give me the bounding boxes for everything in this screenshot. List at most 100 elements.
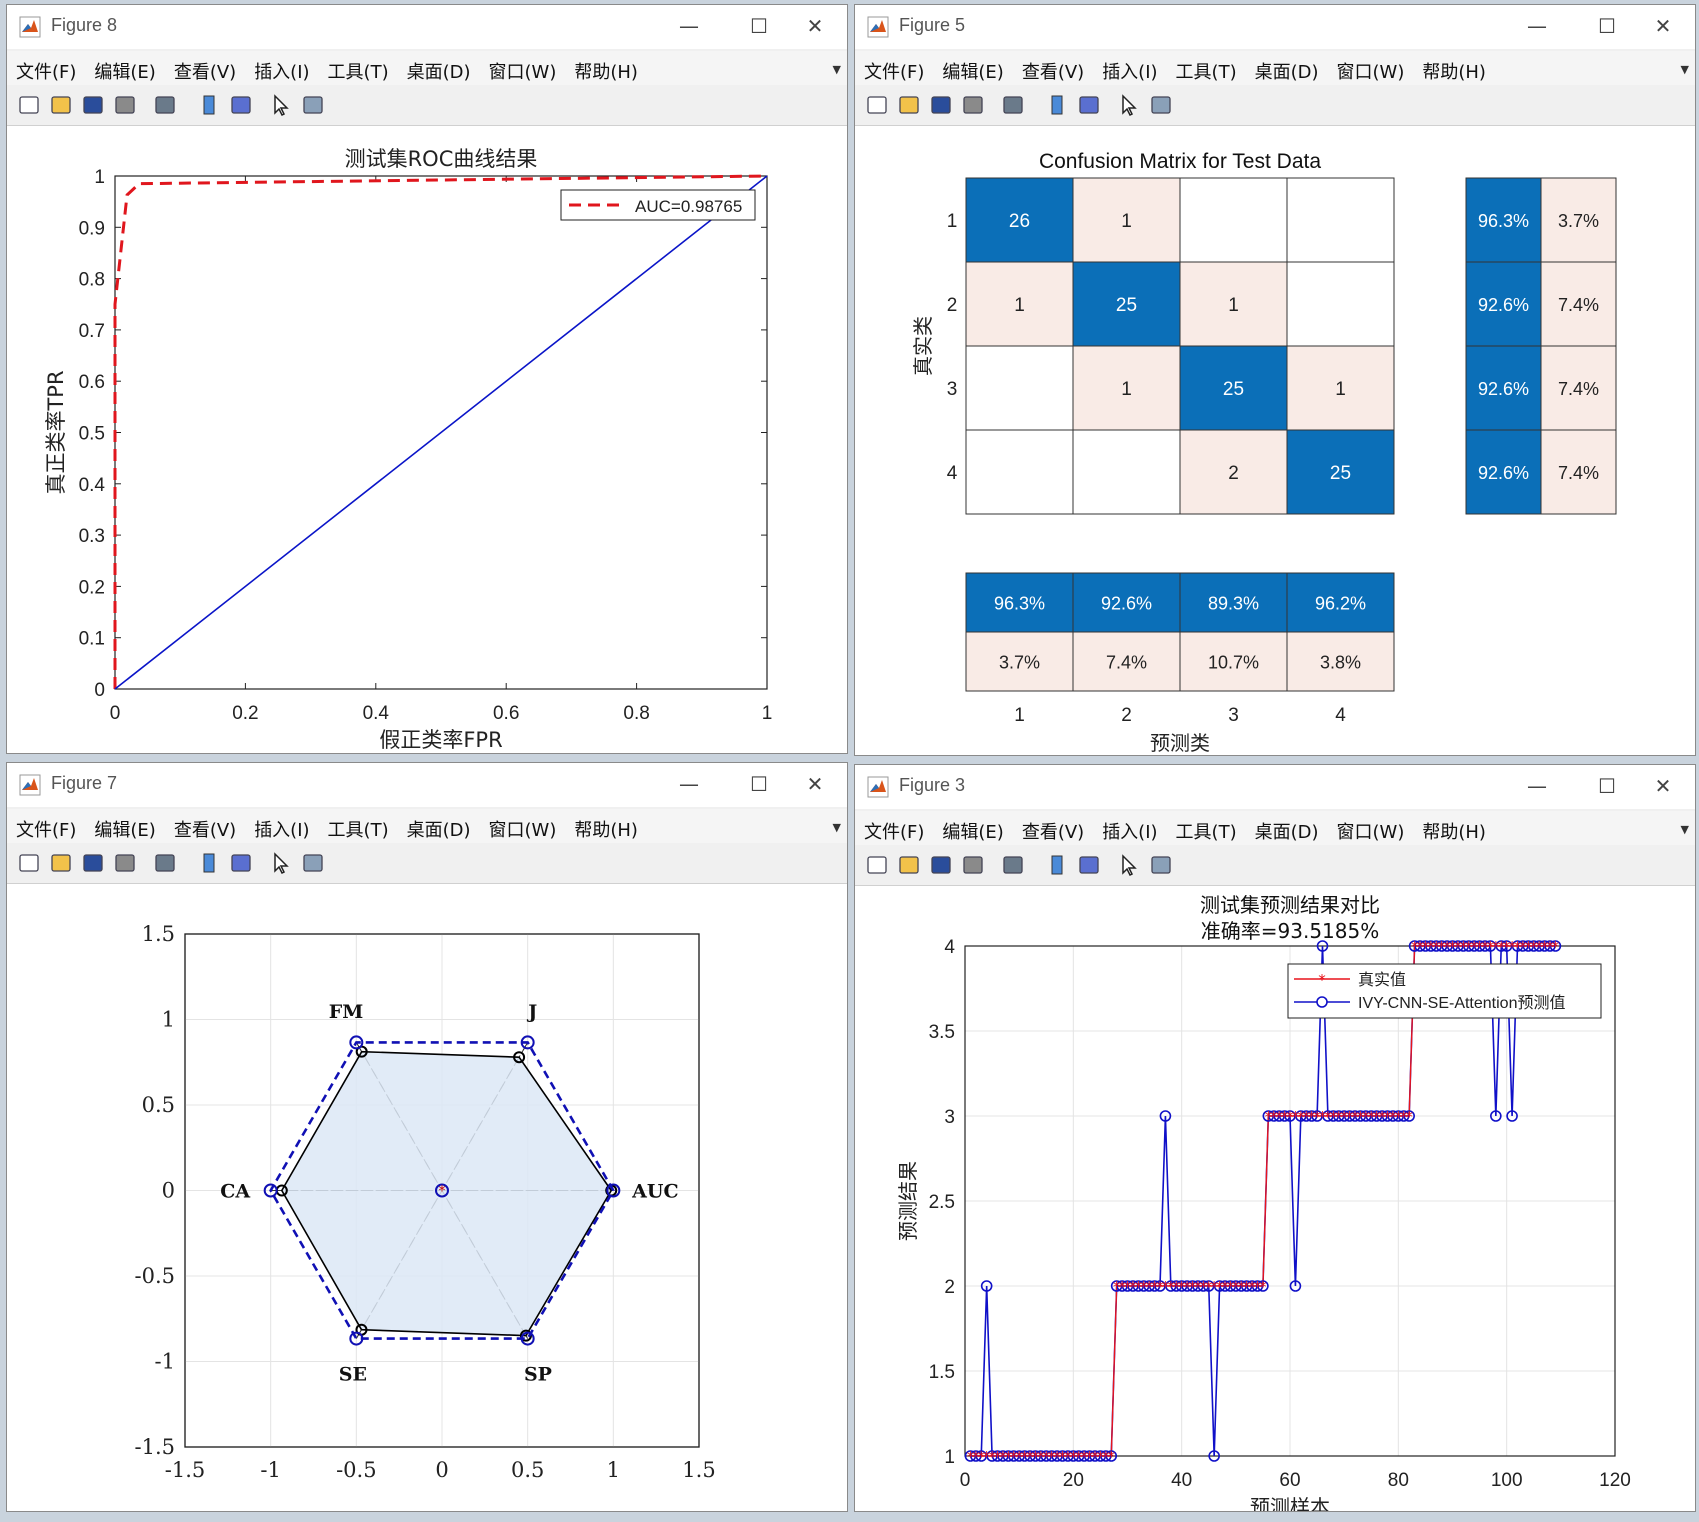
dock-arrow-icon[interactable]: ▼	[833, 63, 841, 76]
icon-shape	[83, 96, 103, 114]
menu-view[interactable]: 查看(V)	[165, 51, 245, 84]
print-icon[interactable]	[961, 93, 985, 117]
menu-view[interactable]: 查看(V)	[1013, 51, 1093, 84]
menu-file[interactable]: 文件(F)	[7, 809, 85, 842]
dock-arrow-icon[interactable]: ▼	[1681, 63, 1689, 76]
new-file-icon[interactable]	[865, 93, 889, 117]
menu-help[interactable]: 帮助(H)	[1413, 51, 1495, 84]
menu-desktop[interactable]: 桌面(D)	[1246, 51, 1328, 84]
print-preview-icon[interactable]	[1001, 93, 1025, 117]
close-button[interactable]: ✕	[1645, 11, 1681, 41]
new-file-icon[interactable]	[865, 853, 889, 877]
save-icon[interactable]	[929, 853, 953, 877]
minimize-button[interactable]: —	[1519, 11, 1555, 41]
print-icon[interactable]	[961, 853, 985, 877]
property-inspector-icon[interactable]	[301, 851, 325, 875]
legend-icon[interactable]	[229, 851, 253, 875]
legend-icon[interactable]	[1077, 93, 1101, 117]
menu-edit[interactable]: 编辑(E)	[933, 51, 1012, 84]
menu-file[interactable]: 文件(F)	[7, 51, 85, 84]
minimize-button[interactable]: —	[671, 11, 707, 41]
icon-shape	[1003, 96, 1023, 114]
colorbar-icon[interactable]	[197, 851, 221, 875]
print-preview-icon[interactable]	[153, 93, 177, 117]
minimize-button[interactable]: —	[1519, 771, 1555, 801]
legend-icon[interactable]	[1077, 853, 1101, 877]
chart-title: Confusion Matrix for Test Data	[1039, 150, 1321, 173]
menu-file[interactable]: 文件(F)	[855, 51, 933, 84]
dock-arrow-icon[interactable]: ▼	[1681, 823, 1689, 836]
menu-edit[interactable]: 编辑(E)	[85, 809, 164, 842]
print-icon[interactable]	[113, 851, 137, 875]
save-icon[interactable]	[81, 93, 105, 117]
menu-tools[interactable]: 工具(T)	[1167, 811, 1246, 844]
print-icon[interactable]	[113, 93, 137, 117]
title-bar[interactable]: Figure 8 — ☐ ✕	[7, 5, 847, 49]
save-icon[interactable]	[81, 851, 105, 875]
property-inspector-icon[interactable]	[301, 93, 325, 117]
menu-insert[interactable]: 插入(I)	[245, 809, 318, 842]
legend-icon[interactable]	[229, 93, 253, 117]
maximize-button[interactable]: ☐	[741, 769, 777, 799]
menu-file[interactable]: 文件(F)	[855, 811, 933, 844]
menu-view[interactable]: 查看(V)	[165, 809, 245, 842]
menu-insert[interactable]: 插入(I)	[245, 51, 318, 84]
open-file-icon[interactable]	[49, 851, 73, 875]
menu-window[interactable]: 窗口(W)	[480, 51, 566, 84]
menu-desktop[interactable]: 桌面(D)	[398, 51, 480, 84]
property-inspector-icon[interactable]	[1149, 93, 1173, 117]
close-button[interactable]: ✕	[1645, 771, 1681, 801]
x-tick-label: -1	[260, 1458, 280, 1482]
maximize-button[interactable]: ☐	[1589, 11, 1625, 41]
menu-window[interactable]: 窗口(W)	[1328, 811, 1414, 844]
menu-edit[interactable]: 编辑(E)	[933, 811, 1012, 844]
menu-view[interactable]: 查看(V)	[1013, 811, 1093, 844]
menu-edit[interactable]: 编辑(E)	[85, 51, 164, 84]
title-bar[interactable]: Figure 3 — ☐ ✕	[855, 765, 1695, 809]
open-file-icon[interactable]	[897, 853, 921, 877]
x-tick-label: 0	[110, 703, 121, 724]
col-class-label: 3	[1228, 705, 1239, 726]
pointer-icon[interactable]	[269, 93, 293, 117]
menu-tools[interactable]: 工具(T)	[319, 809, 398, 842]
menu-window[interactable]: 窗口(W)	[1328, 51, 1414, 84]
col-summary-value: 96.2%	[1315, 594, 1366, 614]
maximize-button[interactable]: ☐	[1589, 771, 1625, 801]
pointer-icon[interactable]	[1117, 93, 1141, 117]
menu-insert[interactable]: 插入(I)	[1093, 51, 1166, 84]
open-file-icon[interactable]	[49, 93, 73, 117]
title-bar[interactable]: Figure 5 — ☐ ✕	[855, 5, 1695, 49]
pointer-icon[interactable]	[1117, 853, 1141, 877]
menu-tools[interactable]: 工具(T)	[1167, 51, 1246, 84]
menu-insert[interactable]: 插入(I)	[1093, 811, 1166, 844]
menu-desktop[interactable]: 桌面(D)	[1246, 811, 1328, 844]
x-tick-label: 0	[435, 1458, 448, 1482]
print-preview-icon[interactable]	[153, 851, 177, 875]
menu-tools[interactable]: 工具(T)	[319, 51, 398, 84]
y-tick-label: 0.2	[79, 577, 105, 598]
menu-help[interactable]: 帮助(H)	[1413, 811, 1495, 844]
close-button[interactable]: ✕	[797, 11, 833, 41]
print-preview-icon[interactable]	[1001, 853, 1025, 877]
colorbar-icon[interactable]	[1045, 853, 1069, 877]
new-file-icon[interactable]	[17, 851, 41, 875]
y-axis-label: 预测结果	[896, 1161, 920, 1241]
icon-shape	[1079, 96, 1099, 114]
colorbar-icon[interactable]	[197, 93, 221, 117]
save-icon[interactable]	[929, 93, 953, 117]
title-bar[interactable]: Figure 7 — ☐ ✕	[7, 763, 847, 807]
close-button[interactable]: ✕	[797, 769, 833, 799]
icon-shape	[19, 96, 39, 114]
maximize-button[interactable]: ☐	[741, 11, 777, 41]
dock-arrow-icon[interactable]: ▼	[833, 821, 841, 834]
colorbar-icon[interactable]	[1045, 93, 1069, 117]
minimize-button[interactable]: —	[671, 769, 707, 799]
menu-window[interactable]: 窗口(W)	[480, 809, 566, 842]
pointer-icon[interactable]	[269, 851, 293, 875]
property-inspector-icon[interactable]	[1149, 853, 1173, 877]
new-file-icon[interactable]	[17, 93, 41, 117]
open-file-icon[interactable]	[897, 93, 921, 117]
menu-help[interactable]: 帮助(H)	[565, 51, 647, 84]
menu-help[interactable]: 帮助(H)	[565, 809, 647, 842]
menu-desktop[interactable]: 桌面(D)	[398, 809, 480, 842]
